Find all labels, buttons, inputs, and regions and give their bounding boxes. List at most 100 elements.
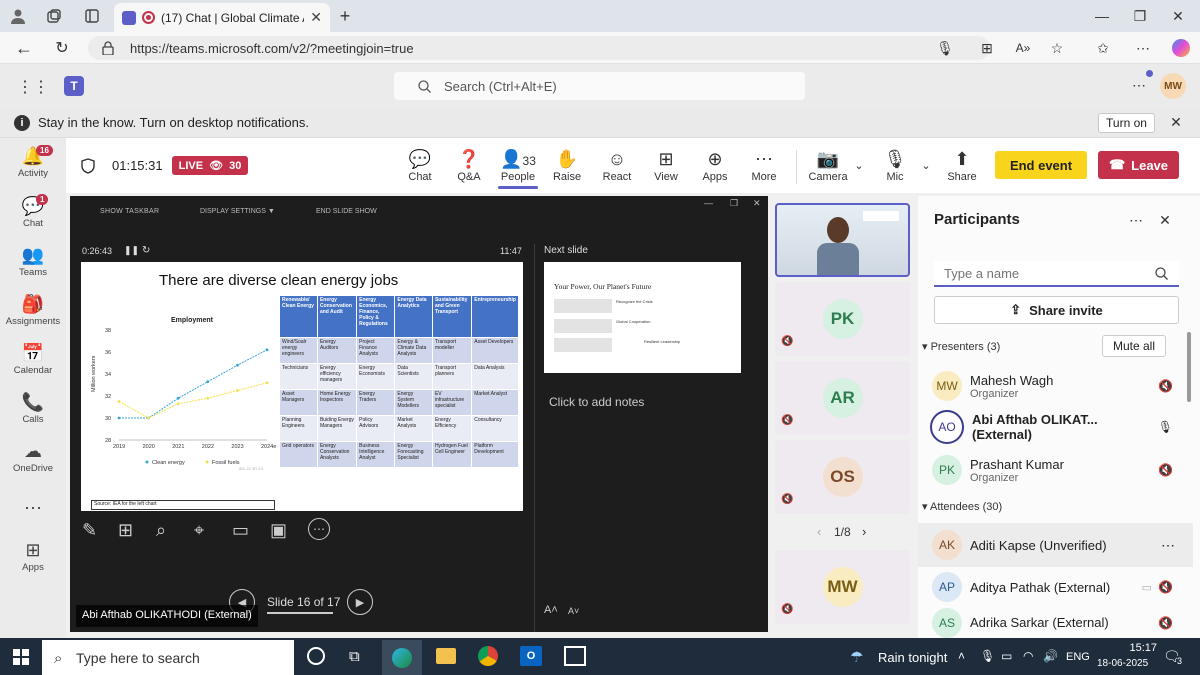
display-settings-button[interactable]: DISPLAY SETTINGS ▼	[200, 208, 275, 215]
rail-item-calendar[interactable]: 📅 Calendar	[0, 343, 66, 376]
rail-item-assignments[interactable]: 🎒 Assignments	[0, 294, 66, 327]
reset-timer-icon[interactable]: ↻	[142, 245, 150, 256]
taskbar-search-input[interactable]: Type here to search	[42, 640, 294, 675]
favorite-icon[interactable]: ☆	[1048, 39, 1066, 57]
settings-more-icon[interactable]: ⋯	[1130, 76, 1148, 94]
video-tile[interactable]: AR	[775, 361, 910, 435]
camera-toggle-icon[interactable]: ▣	[270, 520, 287, 541]
windows-start-icon[interactable]	[13, 649, 29, 665]
see-all-slides-icon[interactable]: ⊞	[118, 520, 133, 541]
shield-icon[interactable]	[80, 157, 96, 175]
pause-icon[interactable]: ❚❚	[124, 245, 139, 256]
url-field[interactable]: https://teams.microsoft.com/v2/?meetingj…	[88, 36, 990, 60]
task-view-icon[interactable]: ⧉	[349, 648, 360, 665]
rail-item-activity[interactable]: 🔔 Activity	[0, 146, 66, 179]
pv-minimize-icon[interactable]: —	[704, 198, 713, 208]
notes-area[interactable]: Click to add notes	[549, 395, 644, 409]
app-launcher-icon[interactable]: ⋮⋮	[17, 76, 49, 98]
participant-row[interactable]: AO Abi Afthab OLIKAT... (External) 🎙	[918, 405, 1193, 449]
active-tab[interactable]: (17) Chat | Global Climate Ac ✕	[114, 3, 330, 32]
video-tile[interactable]: PK	[775, 282, 910, 356]
taskbar-date[interactable]: 18-06-2025	[1097, 658, 1148, 669]
panel-scrollbar[interactable]	[1187, 332, 1191, 402]
rail-item-calls[interactable]: 📞 Calls	[0, 392, 66, 425]
close-tab-icon[interactable]: ✕	[310, 9, 322, 26]
photos-icon[interactable]	[564, 646, 586, 666]
show-taskbar-button[interactable]: SHOW TASKBAR	[100, 208, 159, 215]
turn-on-button[interactable]: Turn on	[1098, 113, 1155, 133]
rail-item-onedrive[interactable]: ☁ OneDrive	[0, 441, 66, 474]
video-tile-active-speaker[interactable]	[775, 203, 910, 277]
wifi-icon[interactable]: ◠	[1023, 649, 1033, 663]
rail-item-teams[interactable]: 👥 Teams	[0, 245, 66, 278]
pager-prev-icon[interactable]: ‹	[817, 524, 821, 539]
participant-row[interactable]: PK Prashant Kumar Organizer 🔇	[918, 448, 1193, 492]
attendees-section-header[interactable]: ▾ Attendees (30)	[922, 500, 1002, 513]
end-slide-show-button[interactable]: END SLIDE SHOW	[316, 208, 377, 215]
pager-next-icon[interactable]: ›	[862, 524, 866, 539]
pen-icon[interactable]: ✎	[82, 520, 97, 541]
edge-taskbar-icon[interactable]	[382, 640, 422, 675]
rail-item-apps[interactable]: ⊞ Apps	[0, 540, 66, 573]
participant-row[interactable]: MW Mahesh Wagh Organizer 🔇	[918, 364, 1193, 408]
file-explorer-icon[interactable]	[436, 648, 456, 664]
more-icon[interactable]: ⋯	[1134, 39, 1152, 57]
share-invite-button[interactable]: ⇪ Share invite	[934, 296, 1179, 324]
tray-chevron-up-icon[interactable]: ˄	[958, 649, 965, 663]
react-button[interactable]: ☺ React	[592, 147, 642, 183]
tab-actions-icon[interactable]	[82, 6, 102, 26]
read-aloud-icon[interactable]: A»	[1014, 39, 1032, 57]
video-tile[interactable]: OS	[775, 440, 910, 514]
end-event-button[interactable]: End event	[995, 151, 1087, 179]
more-apps-icon[interactable]: ⋯	[0, 498, 66, 519]
decrease-font-icon[interactable]: A˅	[568, 606, 579, 616]
copilot-icon[interactable]	[1172, 39, 1190, 57]
dismiss-notification-icon[interactable]: ✕	[1168, 114, 1184, 130]
camera-chevron-down-icon[interactable]: ⌄	[852, 158, 866, 172]
user-avatar[interactable]: MW	[1160, 73, 1186, 99]
taskbar-time[interactable]: 15:17	[1107, 642, 1157, 654]
next-slide-button[interactable]: ▶	[347, 589, 373, 615]
lock-icon[interactable]	[100, 40, 116, 56]
leave-button[interactable]: ☎ Leave	[1098, 151, 1179, 179]
participant-more-icon[interactable]: ⋯	[1161, 537, 1175, 554]
participant-search-input[interactable]	[934, 261, 1179, 287]
search-input[interactable]: Search (Ctrl+Alt+E)	[394, 72, 805, 100]
share-button[interactable]: ⬆ Share	[937, 147, 987, 183]
chat-button[interactable]: 💬 Chat	[395, 147, 445, 183]
video-tile[interactable]: MW	[775, 550, 910, 624]
pv-restore-icon[interactable]: ❐	[730, 198, 738, 209]
pointer-icon[interactable]: ⌖	[194, 520, 204, 541]
more-button[interactable]: ⋯ More	[739, 147, 789, 183]
mic-permission-icon[interactable]: 🎙	[936, 39, 954, 57]
app-available-icon[interactable]: ⊞	[978, 39, 996, 57]
outlook-icon[interactable]: O	[520, 646, 542, 666]
favorites-icon[interactable]: ✩	[1094, 39, 1112, 57]
battery-icon[interactable]: ▭	[1001, 649, 1012, 663]
cortana-icon[interactable]	[307, 647, 325, 665]
weather-text[interactable]: Rain tonight	[878, 650, 947, 665]
profile-icon[interactable]	[8, 6, 28, 26]
panel-more-icon[interactable]: ⋯	[1128, 212, 1144, 228]
back-icon[interactable]: ←	[14, 38, 34, 58]
camera-button[interactable]: 📷 Camera	[803, 147, 853, 183]
qa-button[interactable]: ❓ Q&A	[444, 147, 494, 183]
maximize-icon[interactable]: ❐	[1130, 6, 1150, 26]
presenters-section-header[interactable]: ▾ Presenters (3)	[922, 340, 1000, 353]
workspaces-icon[interactable]	[44, 6, 64, 26]
more-options-icon[interactable]: ⋯	[308, 518, 330, 540]
zoom-icon[interactable]: ⌕	[156, 520, 166, 541]
participant-row[interactable]: AS Adrika Sarkar (External) 🔇	[918, 607, 1193, 638]
view-button[interactable]: ⊞ View	[641, 147, 691, 183]
rail-item-chat[interactable]: 💬 Chat	[0, 196, 66, 229]
language-indicator[interactable]: ENG	[1066, 651, 1090, 663]
volume-icon[interactable]: 🔊	[1043, 649, 1058, 663]
mute-all-button[interactable]: Mute all	[1102, 335, 1166, 357]
mic-button[interactable]: 🎙 Mic	[870, 147, 920, 183]
participant-row[interactable]: AK Aditi Kapse (Unverified) ⋯	[918, 523, 1193, 567]
participant-row[interactable]: AP Aditya Pathak (External) ▭ 🔇	[918, 565, 1193, 609]
apps-button[interactable]: ⊕ Apps	[690, 147, 740, 183]
minimize-icon[interactable]: —	[1092, 6, 1112, 26]
subtitles-icon[interactable]: ▭	[232, 520, 249, 541]
pv-close-icon[interactable]: ✕	[753, 198, 761, 209]
